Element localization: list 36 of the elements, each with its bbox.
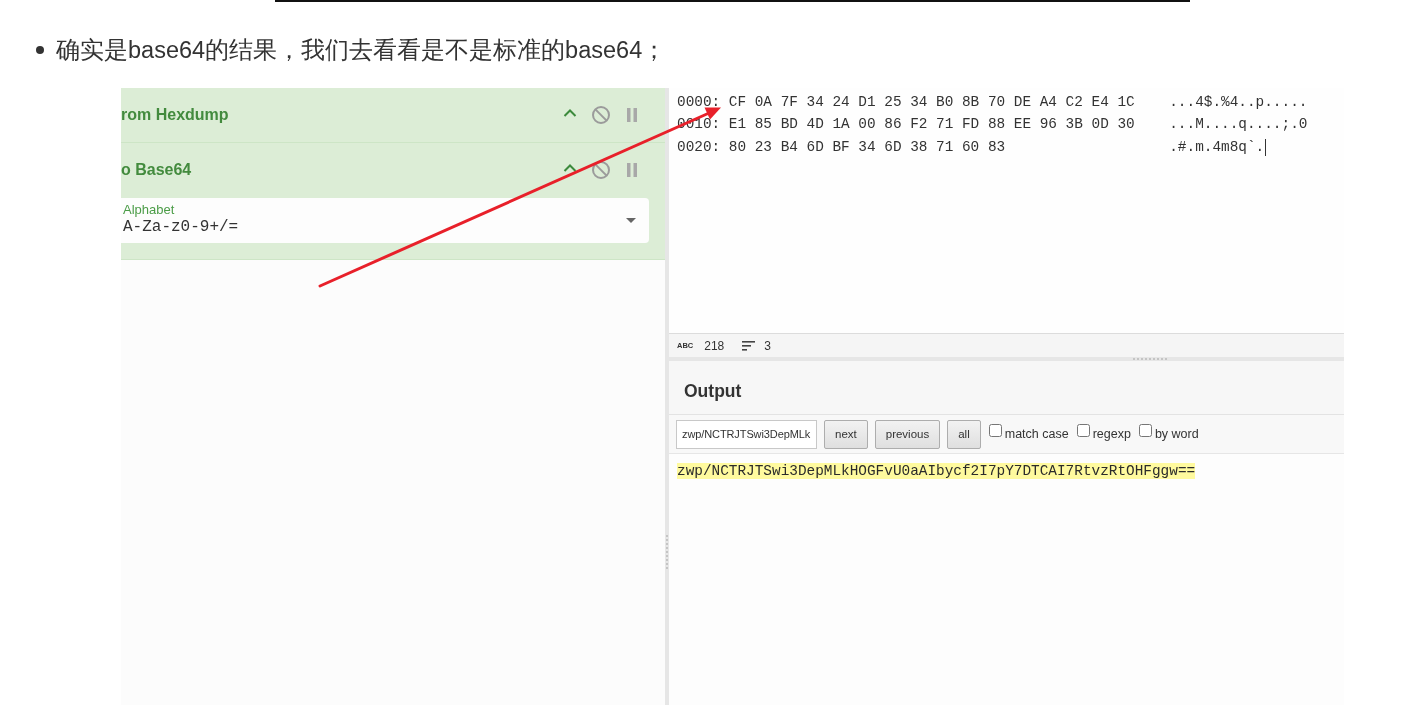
field-label: Alphabet — [123, 202, 176, 217]
search-option-label: by word — [1154, 427, 1199, 441]
pause-icon[interactable] — [627, 163, 637, 177]
output-title: Output — [684, 381, 742, 402]
output-text: zwp/NCTRJTSwi3DepMLkHOGFvU0aAIbycf2I7pY7DTCAI7RtvzRtOHFggw== — [677, 463, 1196, 479]
chevron-up-icon[interactable] — [563, 164, 577, 172]
ascii-text: ...4$.%4..p..... — [1169, 93, 1308, 112]
search-option-label: regexp — [1092, 427, 1131, 441]
bullet-icon — [36, 46, 44, 54]
operation-title: o Base64 — [121, 161, 192, 179]
search-option-checkbox[interactable] — [1138, 423, 1152, 437]
operation-title: rom Hexdump — [121, 106, 229, 124]
search-field[interactable]: zwp/NCTRJTSwi3DepMLk — [676, 419, 817, 449]
search-button[interactable]: all — [947, 419, 981, 449]
bullet-text: 确实是base64的结果，我们去看看是不是标准的base64； — [56, 36, 667, 65]
search-button[interactable]: previous — [874, 419, 941, 449]
search-option-checkbox[interactable] — [1076, 423, 1090, 437]
search-option-checkbox[interactable] — [988, 423, 1002, 437]
dropdown-field[interactable]: Alphabet A-Za-z0-9+/= — [121, 198, 649, 243]
drag-handle-icon[interactable] — [1133, 358, 1167, 360]
search-button[interactable]: next — [824, 419, 868, 449]
field-value: A-Za-z0-9+/= — [123, 217, 239, 237]
drag-handle-icon[interactable] — [666, 535, 668, 569]
lines-icon — [742, 340, 756, 351]
dropdown-caret-icon — [626, 218, 636, 223]
disable-icon[interactable] — [592, 161, 610, 179]
length-value: 218 — [704, 338, 725, 353]
pause-icon[interactable] — [627, 108, 637, 122]
hex-text: 0020: 80 23 B4 6D BF 34 6D 38 71 60 83 — [677, 137, 1006, 157]
search-option-label: match case — [1004, 427, 1069, 441]
hex-text: 0000: CF 0A 7F 34 24 D1 25 34 B0 8B 70 DE A4 C2 E4 1C — [677, 93, 1135, 112]
ascii-text: ...M....q....;.0 — [1169, 115, 1308, 135]
disable-icon[interactable] — [592, 106, 610, 124]
lines-value: 3 — [764, 338, 771, 353]
ascii-text: .#.m.4m8q`. — [1169, 137, 1265, 157]
chevron-up-icon[interactable] — [563, 109, 577, 117]
